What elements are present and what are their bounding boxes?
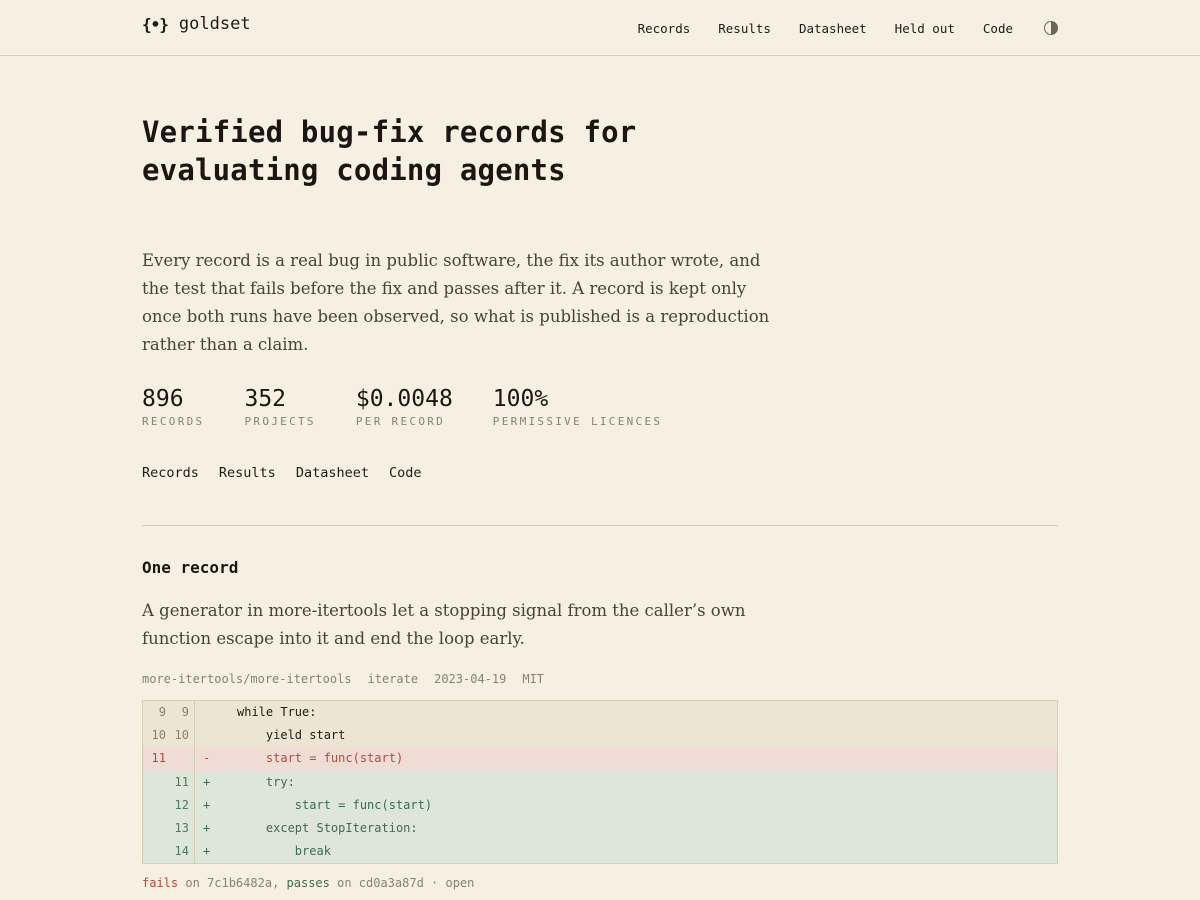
diff-code: start = func(start) bbox=[237, 797, 433, 812]
page-title: Verified bug-fix records for evaluating … bbox=[142, 115, 637, 187]
diff-row-added: 11 + try: bbox=[143, 770, 1057, 794]
fail-commit-hash: 7c1b6482a bbox=[207, 876, 273, 890]
main-nav: Records Results Datasheet Held out Code bbox=[610, 0, 1058, 56]
old-line-number bbox=[143, 840, 166, 863]
hero-description: Every record is a real bug in public sof… bbox=[142, 251, 770, 354]
stat-projects: 352 PROJECTS bbox=[244, 384, 315, 428]
link-results[interactable]: Results bbox=[219, 465, 276, 481]
passes-label: passes bbox=[286, 876, 330, 890]
new-line-number: 9 bbox=[181, 705, 189, 719]
diff-sign bbox=[195, 701, 219, 724]
section-divider bbox=[142, 525, 1058, 526]
diff-code: break bbox=[237, 844, 331, 859]
hero-links: Records Results Datasheet Code bbox=[142, 465, 441, 481]
diff-code: try: bbox=[237, 774, 295, 789]
diff-code: while True: bbox=[237, 705, 317, 719]
record-date: 2023-04-19 bbox=[434, 672, 507, 686]
diff-row: 9 9 while True: bbox=[143, 701, 1057, 725]
record-license: MIT bbox=[522, 672, 545, 686]
new-line-number: 11 bbox=[174, 774, 189, 789]
diff-row: 10 10 yield start bbox=[143, 724, 1057, 748]
stat-label: PERMISSIVE LICENCES bbox=[492, 415, 663, 428]
nav-code[interactable]: Code bbox=[983, 21, 1013, 36]
verify-on-text: on bbox=[329, 876, 359, 890]
stat-per-record: $0.0048 PER RECORD bbox=[356, 384, 453, 428]
line-numbers: 9 9 bbox=[143, 701, 195, 725]
nav-records[interactable]: Records bbox=[638, 21, 691, 36]
record-meta: more-itertools/more-itertools iterate 20… bbox=[142, 672, 560, 686]
stat-licences: 100% PERMISSIVE LICENCES bbox=[493, 384, 663, 428]
old-line-number bbox=[143, 794, 166, 817]
diff-sign: + bbox=[203, 820, 211, 835]
braces-dot-icon: {•} bbox=[142, 14, 169, 34]
diff-sign bbox=[195, 724, 219, 747]
line-numbers: 14 bbox=[143, 840, 195, 864]
diff-sign: + bbox=[203, 797, 211, 812]
brand-name: goldset bbox=[178, 14, 251, 34]
stats-row: 896 RECORDS 352 PROJECTS $0.0048 PER REC… bbox=[142, 384, 702, 428]
diff-code: start = func(start) bbox=[237, 751, 404, 766]
stat-records: 896 RECORDS bbox=[142, 384, 204, 428]
diff-sign: - bbox=[203, 751, 211, 766]
old-line-number: 9 bbox=[158, 705, 166, 719]
new-line-number bbox=[166, 747, 189, 770]
open-status: · open bbox=[423, 876, 475, 890]
diff-row-deleted: 11 - start = func(start) bbox=[143, 747, 1057, 771]
pass-commit-hash: cd0a3a87d bbox=[358, 876, 424, 890]
stat-label: PER RECORD bbox=[355, 415, 446, 428]
record-repo: more-itertools/more-itertools bbox=[142, 672, 352, 686]
link-records[interactable]: Records bbox=[142, 465, 199, 481]
code-diff: 9 9 while True: 10 10 yield start 11 - s… bbox=[142, 700, 1058, 865]
link-code[interactable]: Code bbox=[389, 465, 422, 481]
new-line-number: 10 bbox=[174, 728, 189, 743]
fails-label: fails bbox=[142, 876, 179, 890]
line-numbers: 12 bbox=[143, 793, 195, 817]
diff-sign: + bbox=[203, 844, 211, 859]
line-numbers: 11 bbox=[143, 747, 195, 771]
stat-value: 352 bbox=[244, 386, 287, 412]
verification-status: fails on 7c1b6482a, passes on cd0a3a87d … bbox=[142, 876, 474, 890]
old-line-number bbox=[143, 771, 166, 794]
stat-value: 896 bbox=[142, 386, 184, 412]
verify-separator: , bbox=[272, 876, 287, 890]
contrast-icon[interactable] bbox=[1044, 21, 1058, 35]
brand-logo-link[interactable]: {•} goldset bbox=[142, 14, 251, 34]
nav-datasheet[interactable]: Datasheet bbox=[799, 21, 867, 36]
diff-code: yield start bbox=[237, 728, 346, 743]
stat-value: 100% bbox=[492, 386, 549, 412]
nav-results[interactable]: Results bbox=[718, 21, 771, 36]
line-numbers: 13 bbox=[143, 816, 195, 841]
old-line-number: 10 bbox=[151, 728, 166, 743]
section-title: One record bbox=[142, 558, 239, 577]
new-line-number: 14 bbox=[174, 844, 189, 859]
top-navigation-bar: {•} goldset Records Results Datasheet He… bbox=[0, 0, 1200, 56]
nav-held-out[interactable]: Held out bbox=[895, 21, 955, 36]
diff-row-added: 14 + break bbox=[143, 840, 1057, 864]
stat-label: RECORDS bbox=[142, 415, 205, 428]
diff-row-added: 12 + start = func(start) bbox=[143, 793, 1057, 817]
verify-on-text: on bbox=[178, 876, 208, 890]
line-numbers: 11 bbox=[143, 770, 195, 794]
line-numbers: 10 10 bbox=[143, 724, 195, 748]
link-datasheet[interactable]: Datasheet bbox=[296, 465, 369, 481]
stat-value: $0.0048 bbox=[355, 386, 453, 412]
diff-sign: + bbox=[203, 774, 211, 789]
stat-label: PROJECTS bbox=[244, 415, 316, 428]
diff-row-added: 13 + except StopIteration: bbox=[143, 816, 1057, 841]
diff-code: except StopIteration: bbox=[237, 820, 418, 835]
old-line-number bbox=[143, 817, 166, 840]
old-line-number: 11 bbox=[151, 751, 166, 766]
new-line-number: 13 bbox=[174, 820, 189, 835]
record-description: A generator in more-itertools let a stop… bbox=[142, 601, 746, 648]
record-function: iterate bbox=[367, 672, 419, 686]
new-line-number: 12 bbox=[174, 797, 189, 812]
